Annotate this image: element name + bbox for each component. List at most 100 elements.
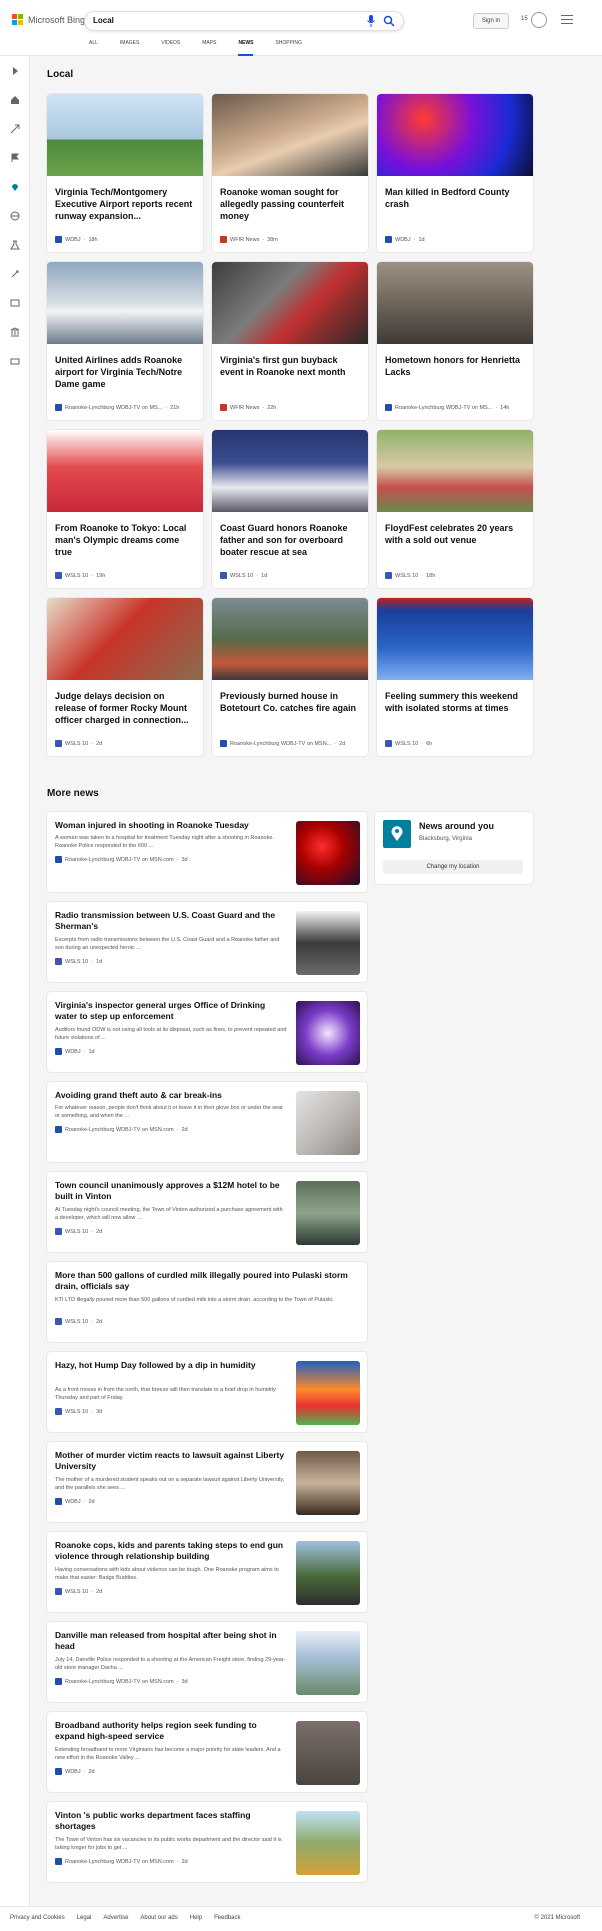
footer-link[interactable]: Privacy and Cookies [10, 1915, 65, 1921]
local-news-card[interactable]: Previously burned house in Botetourt Co.… [212, 598, 368, 756]
item-thumbnail[interactable] [296, 1001, 360, 1065]
item-thumbnail[interactable] [296, 1631, 360, 1695]
local-news-card[interactable]: Virginia's first gun buyback event in Ro… [212, 262, 368, 420]
item-thumbnail[interactable] [296, 1181, 360, 1245]
sign-in-button[interactable]: Sign in [473, 13, 509, 29]
bing-logo[interactable]: Microsoft Bing [12, 14, 85, 25]
entertainment-icon[interactable] [10, 298, 20, 308]
news-thumbnail[interactable] [377, 598, 533, 680]
card-title[interactable]: United Airlines adds Roanoke airport for… [55, 354, 197, 390]
search-box[interactable]: Local [84, 11, 404, 31]
tab-all[interactable]: ALL [89, 40, 98, 56]
politics-icon[interactable] [10, 327, 20, 337]
item-thumbnail[interactable] [296, 1451, 360, 1515]
rewards-points[interactable]: 15 [521, 16, 528, 22]
card-title[interactable]: Previously burned house in Botetourt Co.… [220, 690, 362, 714]
item-thumbnail[interactable] [296, 1361, 360, 1425]
science-icon[interactable] [10, 240, 20, 250]
more-news-item[interactable]: Avoiding grand theft auto & car break-in… [47, 1082, 367, 1162]
news-thumbnail[interactable] [212, 598, 368, 680]
item-title[interactable]: Vinton 's public works department faces … [55, 1810, 287, 1832]
news-thumbnail[interactable] [212, 94, 368, 176]
item-thumbnail[interactable] [296, 821, 360, 885]
item-title[interactable]: Town council unanimously approves a $12M… [55, 1180, 287, 1202]
local-news-card[interactable]: Man killed in Bedford County crash WDBJ · 1… [377, 94, 533, 252]
news-thumbnail[interactable] [47, 430, 203, 512]
item-title[interactable]: More than 500 gallons of curdled milk il… [55, 1270, 355, 1292]
globe-icon[interactable] [10, 211, 20, 221]
rocket-icon[interactable] [10, 269, 20, 279]
news-thumbnail[interactable] [47, 598, 203, 680]
news-thumbnail[interactable] [47, 94, 203, 176]
tab-images[interactable]: IMAGES [120, 40, 139, 56]
more-news-item[interactable]: Radio transmission between U.S. Coast Gu… [47, 902, 367, 982]
search-icon[interactable] [383, 15, 395, 27]
footer-link[interactable]: About our ads [140, 1915, 177, 1921]
item-title[interactable]: Radio transmission between U.S. Coast Gu… [55, 910, 287, 932]
item-thumbnail[interactable] [296, 1541, 360, 1605]
card-title[interactable]: From Roanoke to Tokyo: Local man's Olymp… [55, 522, 197, 558]
local-news-card[interactable]: Coast Guard honors Roanoke father and so… [212, 430, 368, 588]
local-news-card[interactable]: Feeling summery this weekend with isolat… [377, 598, 533, 756]
more-news-item[interactable]: Roanoke cops, kids and parents taking st… [47, 1532, 367, 1612]
microphone-icon[interactable] [367, 15, 375, 27]
location-pin-icon[interactable] [10, 182, 20, 192]
flag-icon[interactable] [10, 153, 20, 163]
item-thumbnail[interactable] [296, 1721, 360, 1785]
more-news-item[interactable]: Broadband authority helps region seek fu… [47, 1712, 367, 1792]
card-title[interactable]: Virginia Tech/Montgomery Executive Airpo… [55, 186, 197, 222]
footer-link[interactable]: Advertise [103, 1915, 128, 1921]
item-title[interactable]: Avoiding grand theft auto & car break-in… [55, 1090, 287, 1101]
card-title[interactable]: Coast Guard honors Roanoke father and so… [220, 522, 362, 558]
more-news-item[interactable]: Town council unanimously approves a $12M… [47, 1172, 367, 1252]
item-thumbnail[interactable] [296, 911, 360, 975]
more-news-item[interactable]: Mother of murder victim reacts to lawsui… [47, 1442, 367, 1522]
local-news-card[interactable]: FloydFest celebrates 20 years with a sol… [377, 430, 533, 588]
tab-shopping[interactable]: SHOPPING [275, 40, 301, 56]
news-thumbnail[interactable] [377, 94, 533, 176]
rewards-trophy-icon[interactable] [531, 12, 547, 28]
trending-icon[interactable] [10, 124, 20, 134]
local-news-card[interactable]: Judge delays decision on release of form… [47, 598, 203, 756]
item-title[interactable]: Mother of murder victim reacts to lawsui… [55, 1450, 287, 1472]
card-title[interactable]: Virginia's first gun buyback event in Ro… [220, 354, 362, 378]
local-news-card[interactable]: United Airlines adds Roanoke airport for… [47, 262, 203, 420]
money-icon[interactable] [10, 356, 20, 366]
item-thumbnail[interactable] [296, 1091, 360, 1155]
expand-arrow-icon[interactable] [10, 66, 20, 76]
footer-link[interactable]: Legal [77, 1915, 92, 1921]
more-news-item[interactable]: More than 500 gallons of curdled milk il… [47, 1262, 367, 1342]
local-news-card[interactable]: Virginia Tech/Montgomery Executive Airpo… [47, 94, 203, 252]
local-news-card[interactable]: Roanoke woman sought for allegedly passi… [212, 94, 368, 252]
more-news-item[interactable]: Danville man released from hospital afte… [47, 1622, 367, 1702]
card-title[interactable]: Hometown honors for Henrietta Lacks [385, 354, 527, 378]
home-icon[interactable] [10, 95, 20, 105]
change-location-button[interactable]: Change my location [383, 860, 523, 874]
item-title[interactable]: Woman injured in shooting in Roanoke Tue… [55, 820, 287, 831]
tab-maps[interactable]: MAPS [202, 40, 216, 56]
more-news-item[interactable]: Woman injured in shooting in Roanoke Tue… [47, 812, 367, 892]
news-thumbnail[interactable] [212, 262, 368, 344]
card-title[interactable]: Roanoke woman sought for allegedly passi… [220, 186, 362, 222]
card-title[interactable]: Man killed in Bedford County crash [385, 186, 527, 210]
search-input[interactable]: Local [93, 16, 114, 25]
more-news-item[interactable]: Vinton 's public works department faces … [47, 1802, 367, 1882]
tab-videos[interactable]: VIDEOS [161, 40, 180, 56]
card-title[interactable]: FloydFest celebrates 20 years with a sol… [385, 522, 527, 546]
news-thumbnail[interactable] [377, 262, 533, 344]
news-thumbnail[interactable] [47, 262, 203, 344]
footer-link[interactable]: Feedback [214, 1915, 240, 1921]
news-thumbnail[interactable] [377, 430, 533, 512]
more-news-item[interactable]: Hazy, hot Hump Day followed by a dip in … [47, 1352, 367, 1432]
news-thumbnail[interactable] [212, 430, 368, 512]
item-title[interactable]: Virginia's inspector general urges Offic… [55, 1000, 287, 1022]
item-thumbnail[interactable] [296, 1811, 360, 1875]
item-title[interactable]: Danville man released from hospital afte… [55, 1630, 287, 1652]
tab-news[interactable]: NEWS [238, 40, 254, 56]
local-news-card[interactable]: From Roanoke to Tokyo: Local man's Olymp… [47, 430, 203, 588]
item-title[interactable]: Hazy, hot Hump Day followed by a dip in … [55, 1360, 287, 1371]
item-title[interactable]: Broadband authority helps region seek fu… [55, 1720, 287, 1742]
footer-link[interactable]: Help [190, 1915, 202, 1921]
card-title[interactable]: Feeling summery this weekend with isolat… [385, 690, 527, 714]
item-title[interactable]: Roanoke cops, kids and parents taking st… [55, 1540, 287, 1562]
